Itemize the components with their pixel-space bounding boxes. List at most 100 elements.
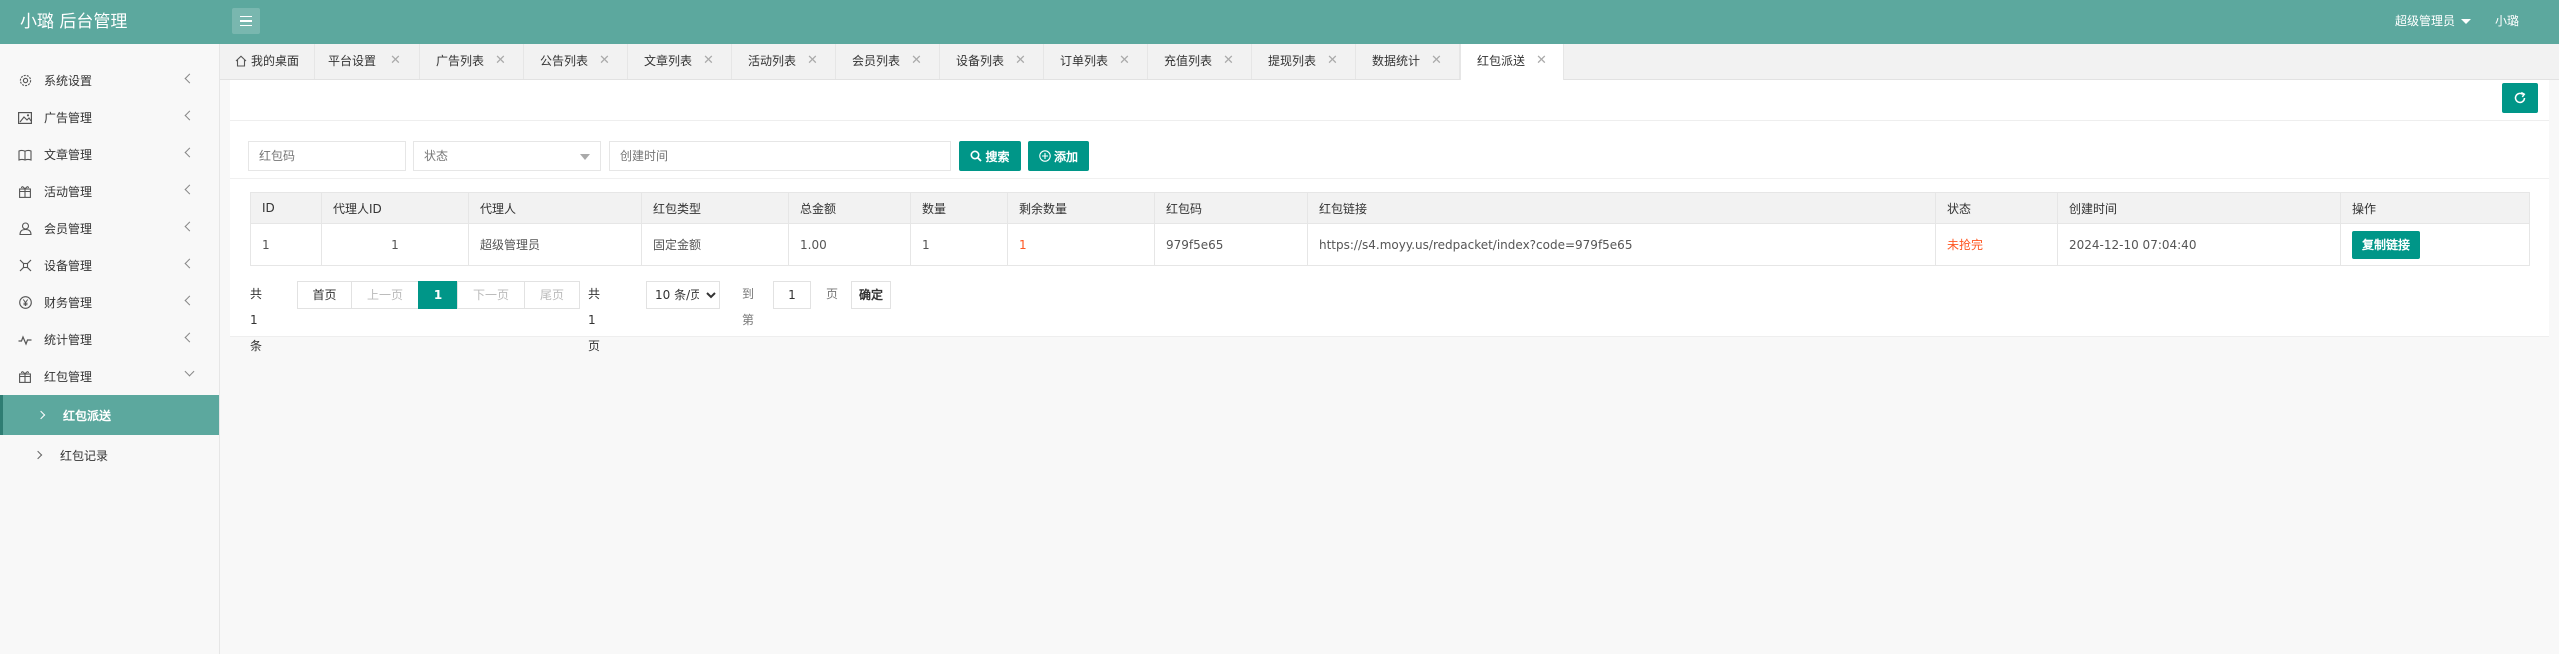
pager-last-button[interactable]: 尾页 [524,281,580,309]
sidebar-subitem-label: 红包派送 [63,408,112,423]
cell-agent: 超级管理员 [468,223,642,266]
cell-total: 1.00 [788,223,911,266]
tab-home[interactable]: 我的桌面 [220,44,315,79]
redpacket-code-input[interactable] [248,141,406,171]
add-button[interactable]: 添加 [1028,141,1089,171]
cell-status: 未抢完 [1935,223,2058,266]
chevron-left-icon [184,221,195,232]
close-icon[interactable]: ✕ [1223,44,1234,78]
gift-icon [18,185,32,199]
pager-pages: 共 1 页 [588,287,601,353]
column-header: 剩余数量 [1007,192,1155,224]
sidebar-item-statistics[interactable]: 统计管理 [0,321,219,358]
tab-notice-list[interactable]: 公告列表 ✕ [524,44,628,79]
pager-page-unit: 页 [826,287,839,301]
tab-data-statistics[interactable]: 数据统计 ✕ [1356,44,1460,79]
tab-device-list[interactable]: 设备列表 ✕ [940,44,1044,79]
tab-withdraw-list[interactable]: 提现列表 ✕ [1252,44,1356,79]
close-icon[interactable]: ✕ [1015,44,1026,78]
tab-redpacket-send[interactable]: 红包派送 ✕ [1460,44,1564,80]
tab-activity-list[interactable]: 活动列表 ✕ [732,44,836,79]
refresh-button[interactable] [2502,83,2538,113]
cell-type: 固定金额 [641,223,789,266]
close-icon[interactable]: ✕ [495,44,506,78]
add-button-label: 添加 [1053,149,1078,164]
status-select[interactable]: 状态 [413,141,601,171]
pager-next-button[interactable]: 下一页 [457,281,525,309]
column-header: 代理人 [468,192,642,224]
tab-ad-list[interactable]: 广告列表 ✕ [420,44,524,79]
sidebar-item-members[interactable]: 会员管理 [0,210,219,247]
tab-label: 红包派送 [1477,54,1526,68]
tab-recharge-list[interactable]: 充值列表 ✕ [1148,44,1252,79]
app-logo: 小璐 后台管理 [20,12,128,32]
close-icon[interactable]: ✕ [807,44,818,78]
admin-role-dropdown[interactable]: 超级管理员 [2395,0,2472,44]
cell-agent-id: 1 [321,223,469,266]
close-icon[interactable]: ✕ [1327,44,1338,78]
close-icon[interactable]: ✕ [1536,44,1547,78]
search-button-label: 搜索 [985,149,1010,164]
pager-current-page[interactable]: 1 [418,281,458,309]
close-icon[interactable]: ✕ [599,44,610,78]
menu-toggle-button[interactable] [232,8,260,34]
sidebar-item-activities[interactable]: 活动管理 [0,173,219,210]
close-icon[interactable]: ✕ [390,44,401,78]
close-icon[interactable]: ✕ [1119,44,1130,78]
tab-label: 平台设置 [328,54,377,68]
close-icon[interactable]: ✕ [703,44,714,78]
close-icon[interactable]: ✕ [1431,44,1442,78]
sidebar-subitem-redpacket-records[interactable]: 红包记录 [0,435,219,475]
page-size-select[interactable]: 10 条/页 [646,281,720,309]
pager-goto-input[interactable] [773,281,811,309]
tab-label: 提现列表 [1268,54,1317,68]
sidebar-item-label: 红包管理 [44,370,93,384]
sidebar-subitem-label: 红包记录 [60,448,109,463]
search-icon [970,150,983,162]
table-header-row: ID 代理人ID 代理人 红包类型 总金额 数量 剩余数量 红包码 红包链接 状… [250,192,2530,224]
pager-confirm-button[interactable]: 确定 [851,281,891,309]
tab-platform-settings[interactable]: 平台设置 ✕ [316,44,420,79]
column-header: 状态 [1935,192,2058,224]
hamburger-icon [240,15,252,18]
sidebar-item-label: 统计管理 [44,333,93,347]
tab-label: 设备列表 [956,54,1005,68]
tab-member-list[interactable]: 会员列表 ✕ [836,44,940,79]
home-icon [235,46,247,80]
search-button[interactable]: 搜索 [959,141,1021,171]
tab-label: 我的桌面 [251,54,300,68]
sidebar-item-system[interactable]: 系统设置 [0,62,219,99]
gear-icon [18,74,32,88]
yen-icon [18,296,32,310]
redpacket-table: ID 代理人ID 代理人 红包类型 总金额 数量 剩余数量 红包码 红包链接 状… [250,192,2530,266]
chevron-left-icon [184,110,195,121]
sidebar-item-redpacket[interactable]: 红包管理 [0,358,219,395]
column-header: 红包类型 [641,192,789,224]
tab-article-list[interactable]: 文章列表 ✕ [628,44,732,79]
sidebar-item-label: 设备管理 [44,259,93,273]
tab-order-list[interactable]: 订单列表 ✕ [1044,44,1148,79]
sidebar-item-ads[interactable]: 广告管理 [0,99,219,136]
sidebar-subitem-redpacket-send[interactable]: 红包派送 [0,395,219,435]
cell-code: 979f5e65 [1154,223,1308,266]
pager-first-button[interactable]: 首页 [297,281,352,309]
column-header: 红包码 [1154,192,1308,224]
created-time-input[interactable] [609,141,951,171]
chevron-left-icon [184,332,195,343]
sidebar-item-articles[interactable]: 文章管理 [0,136,219,173]
column-header: ID [250,192,322,224]
divider [230,336,2549,337]
copy-link-button[interactable]: 复制链接 [2352,230,2421,259]
tab-label: 广告列表 [436,54,485,68]
admin-name-link[interactable]: 小璐 [2495,0,2519,44]
pager-prev-button[interactable]: 上一页 [351,281,419,309]
divider [230,178,2549,179]
cell-count: 1 [910,223,1008,266]
top-header: 小璐 后台管理 超级管理员 小璐 [0,0,2559,44]
user-icon [18,222,32,236]
close-icon[interactable]: ✕ [911,44,922,78]
table-row: 1 1 超级管理员 固定金额 1.00 1 1 979f5e65 https:/… [250,223,2530,266]
plus-circle-icon [1039,150,1051,162]
sidebar-item-devices[interactable]: 设备管理 [0,247,219,284]
sidebar-item-finance[interactable]: 财务管理 [0,284,219,321]
